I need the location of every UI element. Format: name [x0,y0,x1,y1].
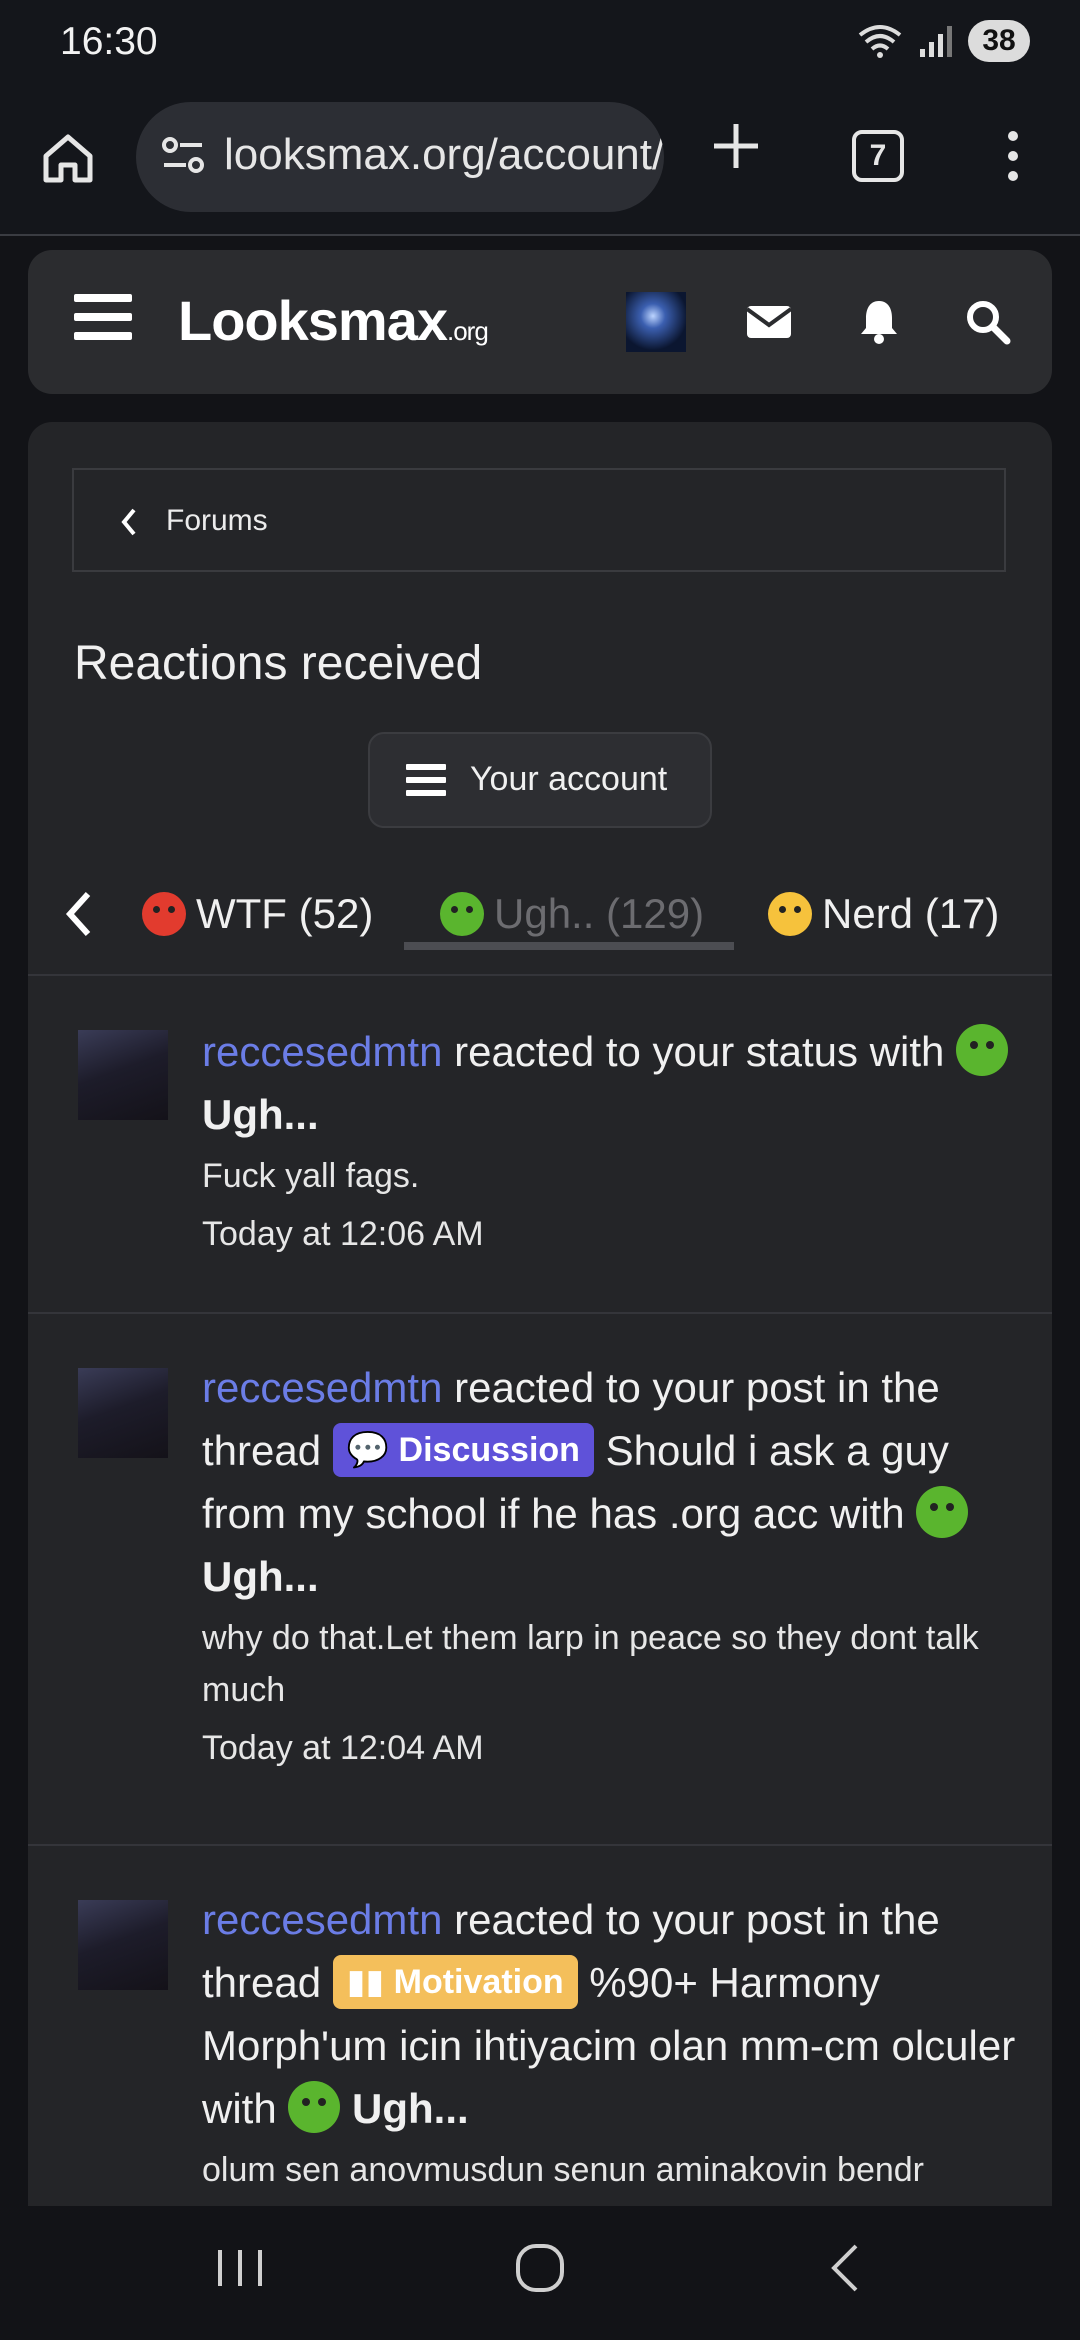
tab-ugh[interactable]: Ugh.. (129) [440,890,704,938]
post-snippet[interactable]: Fuck yall fags. [202,1150,1038,1202]
chevron-left-icon [121,508,136,536]
breadcrumb-label: Forums [166,504,268,537]
reaction-name: Ugh... [352,2085,469,2132]
post-snippet[interactable]: olum sen anovmusdun senun aminakovin ben… [202,2144,1038,2196]
motivation-prefix-badge: ▮▮ Motivation [332,1955,578,2009]
avatar[interactable] [78,1368,168,1458]
angry-face-icon [142,892,186,936]
home-nav-icon[interactable] [510,2236,574,2300]
site-settings-icon[interactable] [160,132,206,178]
chevron-left-icon[interactable] [58,886,98,942]
list-item: reccesedmtn reacted to your post in the … [28,1846,1052,2266]
home-icon[interactable] [38,128,98,188]
envelope-icon[interactable] [744,296,794,346]
sick-face-icon [956,1024,1009,1076]
system-nav-bar [0,2206,1080,2340]
status-bar: 16:30 38 [0,0,1080,90]
sick-face-icon [916,1486,969,1538]
menu-icon[interactable] [74,294,132,348]
breadcrumb[interactable]: Forums [72,468,1006,572]
list-item: reccesedmtn reacted to your status with … [28,978,1052,1314]
search-icon[interactable] [962,296,1012,346]
tab-switcher-button[interactable]: 7 [852,130,904,182]
user-avatar[interactable] [626,292,686,352]
reaction-name: Ugh... [202,1091,319,1138]
sick-face-icon [440,892,484,936]
url-text: looksmax.org/account/reactions [224,130,664,179]
nerd-face-icon [768,892,812,936]
more-menu-icon[interactable] [998,126,1028,186]
avatar[interactable] [78,1030,168,1120]
active-tab-indicator [404,942,734,950]
recent-apps-icon[interactable] [210,2236,270,2300]
status-time: 16:30 [60,20,158,63]
tab-nerd[interactable]: Nerd (17) [768,890,999,938]
username-link[interactable]: reccesedmtn [202,1364,442,1411]
username-link[interactable]: reccesedmtn [202,1028,442,1075]
new-tab-icon[interactable] [706,116,766,176]
sick-face-icon [288,2081,341,2133]
username-link[interactable]: reccesedmtn [202,1896,442,1943]
battery-indicator: 38 [968,20,1030,62]
tab-wtf[interactable]: WTF (52) [142,890,373,938]
avatar[interactable] [78,1900,168,1990]
list-item: reccesedmtn reacted to your post in the … [28,1314,1052,1846]
reaction-tabs: WTF (52) Ugh.. (129) Nerd (17) [28,862,1052,976]
list-icon [406,764,446,803]
site-logo[interactable]: Looksmax.org [178,288,489,353]
your-account-label: Your account [470,760,668,798]
wifi-icon [858,25,902,58]
timestamp[interactable]: Today at 12:06 AM [202,1208,1038,1260]
browser-toolbar: looksmax.org/account/reactions 7 [0,90,1080,236]
signal-icon [920,26,952,57]
reaction-name: Ugh... [202,1553,319,1600]
timestamp[interactable]: Today at 12:04 AM [202,1722,1038,1774]
content-panel: Forums Reactions received Your account W… [28,422,1052,2340]
address-bar[interactable]: looksmax.org/account/reactions [136,102,664,212]
your-account-button[interactable]: Your account [368,732,712,828]
post-snippet[interactable]: why do that.Let them larp in peace so th… [202,1612,1038,1716]
page-title: Reactions received [74,637,483,690]
status-icons: 38 [856,20,1030,62]
back-icon[interactable] [816,2236,876,2300]
discussion-prefix-badge: 💬 Discussion [332,1423,594,1477]
site-header: Looksmax.org [28,250,1052,394]
bell-icon[interactable] [854,296,904,346]
